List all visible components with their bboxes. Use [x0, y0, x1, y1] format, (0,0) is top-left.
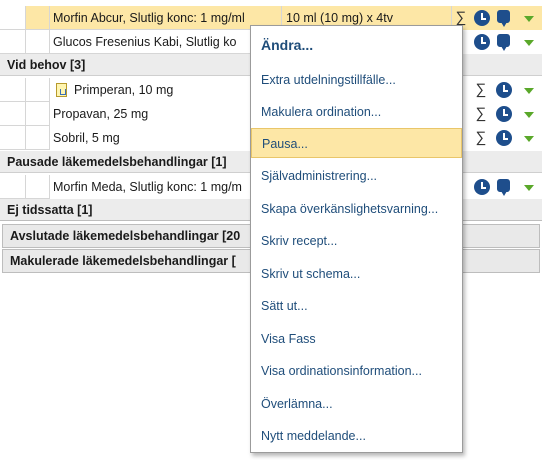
medication-name: Sobril, 5 mg	[53, 131, 120, 145]
dropdown-arrow-icon[interactable]	[524, 40, 534, 46]
dropdown-arrow-icon[interactable]	[524, 112, 534, 118]
clock-icon[interactable]	[496, 82, 512, 98]
clock-icon[interactable]	[474, 34, 490, 50]
document-icon	[56, 83, 67, 97]
menu-item-satt-ut[interactable]: Sätt ut...	[251, 291, 462, 321]
row-gutter	[0, 175, 26, 199]
medication-name: Propavan, 25 mg	[53, 107, 149, 121]
context-menu: Ändra... Extra utdelningstillfälle... Ma…	[250, 25, 463, 453]
clock-icon[interactable]	[496, 130, 512, 146]
row-icon-cell	[26, 102, 50, 126]
dropdown-arrow-icon[interactable]	[524, 185, 534, 191]
sigma-icon[interactable]: ∑	[475, 82, 487, 98]
row-gutter	[0, 102, 26, 126]
row-gutter	[0, 6, 26, 30]
menu-item-andra[interactable]: Ändra...	[251, 30, 462, 60]
menu-item-sjalvadministrering[interactable]: Självadministrering...	[251, 161, 462, 191]
sigma-icon[interactable]: ∑	[475, 106, 487, 122]
menu-item-skapa-overkanslighetsvarning[interactable]: Skapa överkänslighetsvarning...	[251, 194, 462, 224]
medication-name: Primperan, 10 mg	[74, 83, 174, 97]
menu-item-pausa[interactable]: Pausa...	[251, 128, 462, 158]
dropdown-arrow-icon[interactable]	[524, 88, 534, 94]
row-icon-cell	[26, 126, 50, 150]
sigma-icon[interactable]: ∑	[455, 10, 467, 26]
row-gutter	[0, 78, 26, 102]
medication-name: Morfin Meda, Slutlig konc: 1 mg/m	[53, 180, 242, 194]
menu-item-nytt-meddelande[interactable]: Nytt meddelande...	[251, 421, 462, 451]
row-gutter	[0, 30, 26, 54]
dropdown-arrow-icon[interactable]	[524, 136, 534, 142]
speech-bubble-icon[interactable]	[497, 10, 510, 27]
row-gutter	[0, 126, 26, 150]
speech-bubble-icon[interactable]	[497, 179, 510, 196]
row-icon-cell	[26, 78, 50, 102]
menu-item-visa-ordinationsinformation[interactable]: Visa ordinationsinformation...	[251, 356, 462, 386]
menu-item-skriv-ut-schema[interactable]: Skriv ut schema...	[251, 259, 462, 289]
clock-icon[interactable]	[474, 10, 490, 26]
group-avslutade-label: Avslutade läkemedelsbehandlingar [20	[10, 229, 241, 243]
medication-name: Glucos Fresenius Kabi, Slutlig ko	[53, 35, 237, 49]
row-icon-cell	[26, 30, 50, 54]
medication-name-cell: Morfin Abcur, Slutlig konc: 1 mg/ml	[50, 6, 282, 30]
group-makulerade-label: Makulerade läkemedelsbehandlingar [	[10, 254, 236, 268]
clock-icon[interactable]	[474, 179, 490, 195]
medication-name-cell: Glucos Fresenius Kabi, Slutlig ko	[50, 30, 282, 54]
speech-bubble-icon[interactable]	[497, 34, 510, 51]
medication-name: Morfin Abcur, Slutlig konc: 1 mg/ml	[53, 11, 245, 25]
dropdown-arrow-icon[interactable]	[524, 16, 534, 22]
sigma-icon[interactable]: ∑	[475, 130, 487, 146]
menu-item-skriv-recept[interactable]: Skriv recept...	[251, 226, 462, 256]
menu-item-visa-fass[interactable]: Visa Fass	[251, 324, 462, 354]
menu-item-extra-utdelningstillfalle[interactable]: Extra utdelningstillfälle...	[251, 65, 462, 95]
menu-item-overlamna[interactable]: Överlämna...	[251, 389, 462, 419]
row-icon-cell	[26, 6, 50, 30]
row-icon-cell	[26, 175, 50, 199]
menu-item-makulera-ordination[interactable]: Makulera ordination...	[251, 97, 462, 127]
clock-icon[interactable]	[496, 106, 512, 122]
